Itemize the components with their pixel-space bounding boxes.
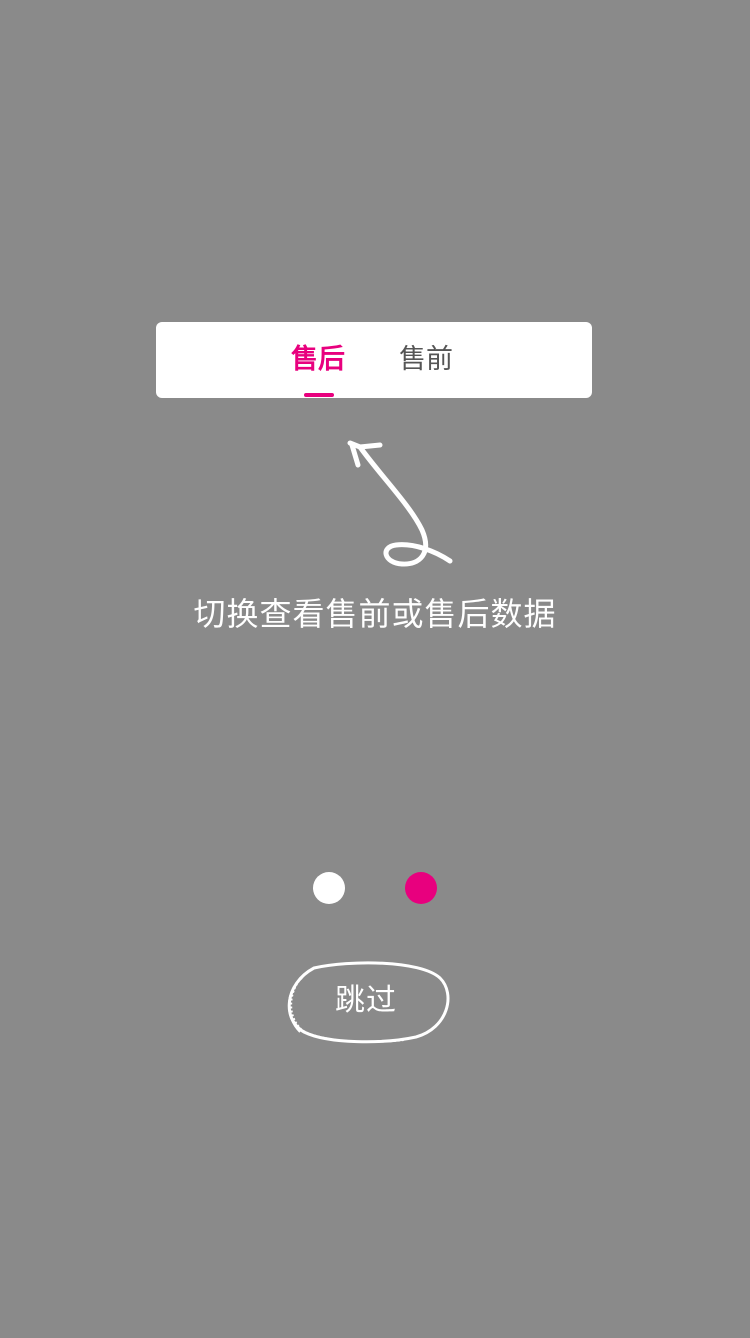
tab-bar: 售后 售前	[156, 322, 592, 398]
guide-hint-text: 切换查看售前或售后数据	[193, 595, 557, 633]
skip-button-label: 跳过	[335, 983, 397, 1018]
active-tab-indicator	[304, 393, 334, 397]
page-indicator-dot-2	[405, 872, 437, 904]
skip-button[interactable]: 跳过	[280, 958, 452, 1046]
tab-aftersale[interactable]: 售后	[289, 322, 347, 398]
page-indicator-dot-1	[313, 872, 345, 904]
tab-presale[interactable]: 售前	[396, 322, 456, 398]
guide-arrow-icon	[347, 440, 453, 567]
